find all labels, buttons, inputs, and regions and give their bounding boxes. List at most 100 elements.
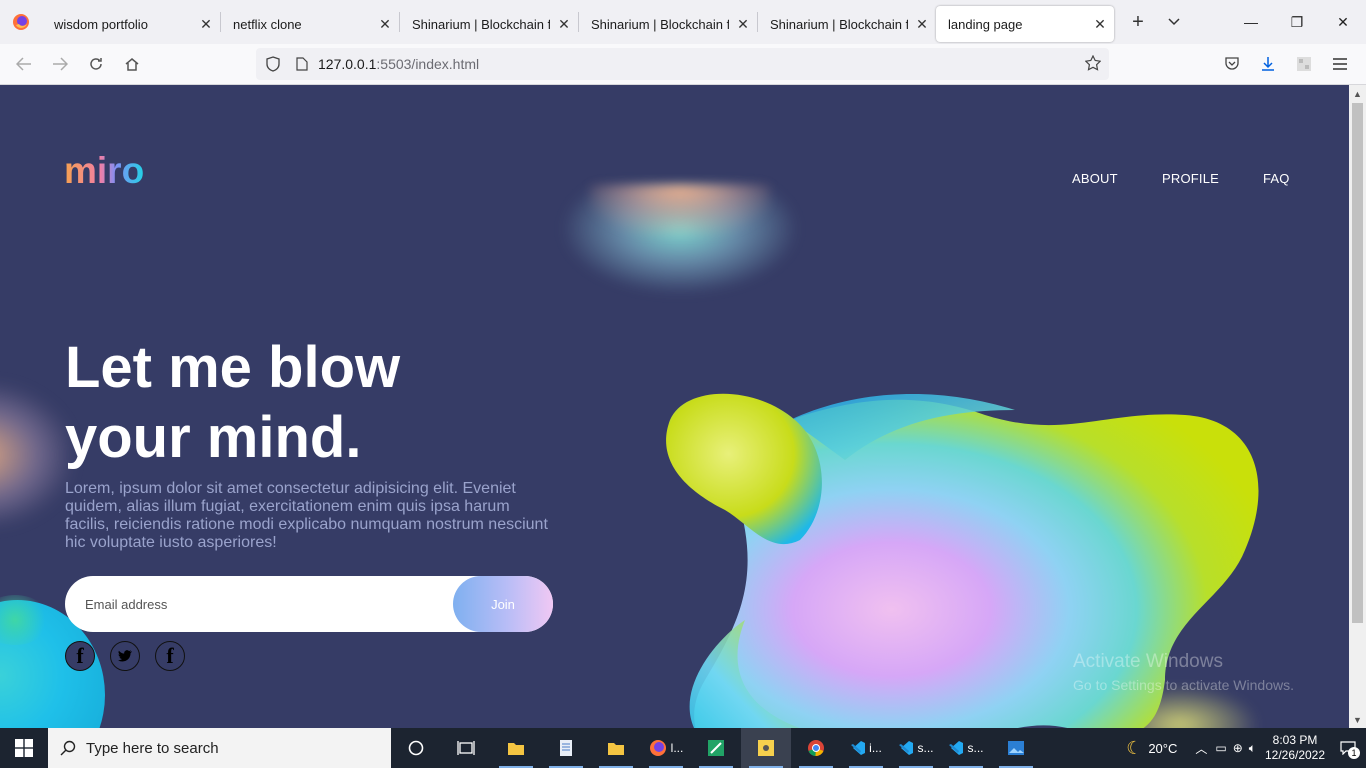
tab-netflix-clone[interactable]: netflix clone ✕ — [221, 6, 399, 42]
firefox-taskbar-icon[interactable]: l... — [641, 728, 691, 768]
toolbar-right — [1214, 48, 1358, 80]
facebook-icon[interactable]: f — [65, 641, 95, 671]
tab-list-chevron-icon[interactable] — [1156, 4, 1192, 40]
site-logo[interactable]: miro — [64, 151, 144, 191]
tab-label: wisdom portfolio — [54, 16, 148, 32]
battery-icon[interactable]: ▭ — [1215, 741, 1226, 755]
tab-label: Shinarium | Blockchain for — [591, 16, 729, 32]
network-globe-icon[interactable]: ⊕ — [1233, 741, 1243, 755]
menu-item-faq[interactable]: FAQ — [1263, 171, 1290, 186]
tab-label: landing page — [948, 16, 1023, 32]
email-input[interactable] — [85, 594, 445, 614]
tab-label: Shinarium | Blockchain for — [412, 16, 550, 32]
spreadsheet-icon[interactable] — [691, 728, 741, 768]
scrollbar-thumb[interactable] — [1352, 103, 1363, 623]
extension-icon[interactable] — [1286, 48, 1322, 80]
vscode-icon-2[interactable]: s... — [891, 728, 941, 768]
chrome-icon[interactable] — [791, 728, 841, 768]
tab-label: Shinarium | Blockchain for — [770, 16, 908, 32]
back-button[interactable] — [6, 48, 42, 80]
notifications-icon[interactable]: 1 — [1330, 741, 1366, 759]
url-path: :5503/index.html — [376, 56, 480, 72]
folder-icon[interactable] — [591, 728, 641, 768]
sticky-notes-icon[interactable] — [741, 728, 791, 768]
close-icon[interactable]: ✕ — [914, 16, 930, 32]
vscode-taskbar-label-2: s... — [917, 741, 934, 755]
notifications-count: 1 — [1348, 747, 1360, 759]
tab-label: netflix clone — [233, 16, 302, 32]
clock-time: 8:03 PM — [1272, 733, 1318, 747]
firefox-icon[interactable] — [0, 0, 42, 44]
downloads-icon[interactable] — [1250, 48, 1286, 80]
vscode-taskbar-label-3: s... — [967, 741, 984, 755]
hero-title-line-2: your mind. — [65, 405, 362, 470]
close-window-button[interactable]: ✕ — [1320, 0, 1366, 44]
start-button[interactable] — [0, 728, 48, 768]
join-button[interactable]: Join — [453, 576, 553, 632]
scroll-up-arrow-icon[interactable]: ▲ — [1349, 85, 1366, 102]
screen: wisdom portfolio ✕ netflix clone ✕ Shina… — [0, 0, 1366, 768]
photos-icon[interactable] — [991, 728, 1041, 768]
navigation-bar: 127.0.0.1:5503/index.html — [0, 44, 1366, 85]
close-icon[interactable]: ✕ — [735, 16, 751, 32]
landing-page: miro ABOUT PROFILE FAQ Let me blow your … — [0, 85, 1349, 728]
tab-shinarium-1[interactable]: Shinarium | Blockchain for ✕ — [400, 6, 578, 42]
menu-hamburger-icon[interactable] — [1322, 48, 1358, 80]
twitter-icon[interactable] — [110, 641, 140, 671]
url-bar[interactable]: 127.0.0.1:5503/index.html — [256, 48, 1109, 80]
home-button[interactable] — [114, 48, 150, 80]
vscode-icon-3[interactable]: s... — [941, 728, 991, 768]
cortana-icon[interactable] — [391, 728, 441, 768]
hero-description: Lorem, ipsum dolor sit amet consectetur … — [65, 480, 548, 551]
tab-landing-page[interactable]: landing page ✕ — [936, 6, 1114, 42]
firefox-taskbar-label: l... — [670, 741, 684, 755]
close-icon[interactable]: ✕ — [198, 16, 214, 32]
volume-icon[interactable]: 🔈︎ — [1249, 741, 1256, 756]
reload-button[interactable] — [78, 48, 114, 80]
menu-item-about[interactable]: ABOUT — [1072, 171, 1118, 186]
signup-form: Join — [65, 576, 553, 632]
taskbar-search-box[interactable]: Type here to search — [48, 728, 391, 768]
tab-shinarium-3[interactable]: Shinarium | Blockchain for ✕ — [758, 6, 936, 42]
social-links: f f — [65, 641, 185, 671]
clock[interactable]: 8:03 PM 12/26/2022 — [1260, 733, 1330, 763]
clock-date: 12/26/2022 — [1264, 748, 1326, 762]
task-view-icon[interactable] — [441, 728, 491, 768]
pocket-icon[interactable] — [1214, 48, 1250, 80]
file-explorer-icon[interactable] — [491, 728, 541, 768]
forward-button[interactable] — [42, 48, 78, 80]
notepad-icon[interactable] — [541, 728, 591, 768]
search-placeholder: Type here to search — [86, 739, 219, 757]
weather-temperature[interactable]: 20°C — [1148, 741, 1177, 756]
search-icon — [60, 740, 76, 756]
url-host: 127.0.0.1 — [318, 56, 377, 72]
close-icon[interactable]: ✕ — [1092, 16, 1108, 32]
window-controls: — ❐ ✕ — [1228, 0, 1366, 44]
hero-title: Let me blow your mind. — [65, 333, 525, 473]
facebook-icon[interactable]: f — [155, 641, 185, 671]
new-tab-button[interactable]: + — [1120, 4, 1156, 40]
close-icon[interactable]: ✕ — [556, 16, 572, 32]
page-icon — [290, 57, 314, 71]
decorative-blob-left — [0, 385, 70, 525]
tab-bar: wisdom portfolio ✕ netflix clone ✕ Shina… — [0, 0, 1366, 44]
shield-icon[interactable] — [256, 56, 290, 72]
vscode-icon-1[interactable]: i... — [841, 728, 891, 768]
close-icon[interactable]: ✕ — [377, 16, 393, 32]
bookmark-star-icon[interactable] — [1084, 54, 1102, 74]
weather-moon-icon[interactable]: ☾ — [1126, 738, 1142, 759]
system-tray: ☾ 20°C ︿ ▭ ⊕ 🔈︎ 8:03 PM 12/26/2022 1 — [1126, 728, 1366, 768]
tab-shinarium-2[interactable]: Shinarium | Blockchain for ✕ — [579, 6, 757, 42]
menu-item-profile[interactable]: PROFILE — [1162, 171, 1219, 186]
vertical-scrollbar[interactable]: ▲ ▼ — [1349, 85, 1366, 728]
activate-windows-subtitle: Go to Settings to activate Windows. — [1073, 677, 1294, 693]
hero-title-line-1: Let me blow — [65, 335, 401, 400]
windows-taskbar: Type here to search l... i... s... s... … — [0, 728, 1366, 768]
scroll-down-arrow-icon[interactable]: ▼ — [1349, 711, 1366, 728]
minimize-button[interactable]: — — [1228, 0, 1274, 44]
tray-chevron-up-icon[interactable]: ︿ — [1195, 740, 1207, 757]
activate-windows-title: Activate Windows — [1073, 651, 1223, 672]
restore-button[interactable]: ❐ — [1274, 0, 1320, 44]
tab-wisdom-portfolio[interactable]: wisdom portfolio ✕ — [42, 6, 220, 42]
decorative-blob-top-highlight — [590, 185, 770, 235]
